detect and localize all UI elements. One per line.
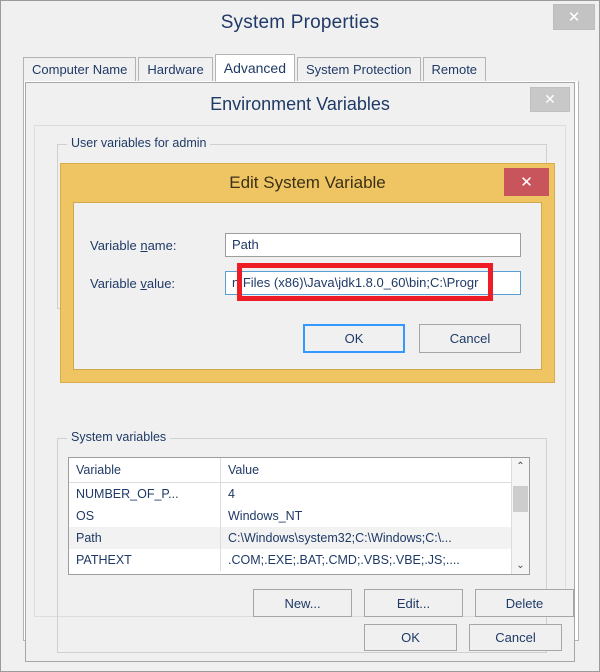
variable-name-label: Variable name: xyxy=(90,237,177,253)
variable-value-input-wrapper: n Files (x86)\Java\jdk1.8.0_60\bin;C:\Pr… xyxy=(225,263,521,301)
edit-system-variable-body: Variable name: Path Variable value: n Fi… xyxy=(73,202,542,370)
cell-value: .COM;.EXE;.BAT;.CMD;.VBS;.VBE;.JS;.... xyxy=(228,553,460,567)
close-icon[interactable]: ✕ xyxy=(553,4,595,30)
screenshot-root: System Properties ✕ Computer Name Hardwa… xyxy=(0,0,600,672)
variable-value-label: Variable value: xyxy=(90,275,176,291)
column-header-variable: Variable xyxy=(69,458,221,482)
variable-value-row: Variable value: n Files (x86)\Java\jdk1.… xyxy=(90,263,521,301)
ok-button[interactable]: OK xyxy=(303,324,405,353)
edit-system-variable-footer: OK Cancel xyxy=(74,324,521,353)
edit-system-variable-dialog: Edit System Variable ✕ Variable name: Pa… xyxy=(60,163,555,383)
variable-value-input[interactable]: n Files (x86)\Java\jdk1.8.0_60\bin;C:\Pr… xyxy=(225,271,521,295)
table-row[interactable]: PATHEXT .COM;.EXE;.BAT;.CMD;.VBS;.VBE;.J… xyxy=(69,549,511,571)
system-properties-titlebar: System Properties ✕ xyxy=(1,1,599,45)
tab-strip: Computer Name Hardware Advanced System P… xyxy=(23,54,579,82)
system-properties-title: System Properties xyxy=(220,12,380,33)
close-icon[interactable]: ✕ xyxy=(504,168,549,196)
cell-value: C:\Windows\system32;C:\Windows;C:\... xyxy=(228,531,452,545)
variable-name-input[interactable]: Path xyxy=(225,233,521,257)
edit-button[interactable]: Edit... xyxy=(364,589,463,617)
system-variables-action-buttons: New... Edit... Delete xyxy=(253,589,574,617)
cell-variable: Path xyxy=(69,527,221,549)
environment-variables-titlebar: Environment Variables ✕ xyxy=(26,83,574,125)
chevron-down-icon[interactable]: ⌄ xyxy=(512,557,529,574)
system-variables-group: System variables Variable Value NUMBER_O… xyxy=(57,430,574,653)
system-variables-table[interactable]: Variable Value NUMBER_OF_P... 4 OS Windo… xyxy=(68,457,530,575)
delete-button[interactable]: Delete xyxy=(475,589,574,617)
variable-name-row: Variable name: Path xyxy=(90,233,521,257)
tab-system-protection[interactable]: System Protection xyxy=(297,57,421,81)
cancel-button[interactable]: Cancel xyxy=(469,624,562,651)
tab-hardware[interactable]: Hardware xyxy=(138,57,213,81)
cell-variable: OS xyxy=(69,505,221,527)
cell-value: Windows_NT xyxy=(228,509,303,523)
cell-variable: PATHEXT xyxy=(69,549,221,571)
table-scrollbar[interactable]: ⌃ ⌄ xyxy=(511,458,529,574)
cell-variable: NUMBER_OF_P... xyxy=(69,483,221,505)
system-variables-table-main: Variable Value NUMBER_OF_P... 4 OS Windo… xyxy=(69,458,511,574)
tab-remote[interactable]: Remote xyxy=(422,57,487,81)
tab-advanced[interactable]: Advanced xyxy=(214,54,296,82)
table-row[interactable]: NUMBER_OF_P... 4 xyxy=(69,483,511,505)
column-header-value: Value xyxy=(228,463,260,477)
chevron-up-icon[interactable]: ⌃ xyxy=(512,458,529,475)
table-header-row: Variable Value xyxy=(69,458,511,483)
edit-system-variable-title: Edit System Variable xyxy=(229,173,386,192)
scrollbar-thumb[interactable] xyxy=(513,486,528,512)
cancel-button[interactable]: Cancel xyxy=(419,324,521,353)
environment-variables-title: Environment Variables xyxy=(210,93,390,114)
environment-variables-footer: OK Cancel xyxy=(364,624,562,651)
close-icon[interactable]: ✕ xyxy=(530,87,570,112)
ok-button[interactable]: OK xyxy=(364,624,457,651)
table-row[interactable]: OS Windows_NT xyxy=(69,505,511,527)
tab-computer-name[interactable]: Computer Name xyxy=(23,57,137,81)
system-variables-legend: System variables xyxy=(67,430,171,444)
user-variables-legend: User variables for admin xyxy=(67,136,211,150)
cell-value: 4 xyxy=(228,487,235,501)
edit-system-variable-titlebar: Edit System Variable ✕ xyxy=(61,164,554,202)
new-button[interactable]: New... xyxy=(253,589,352,617)
table-row-selected[interactable]: Path C:\Windows\system32;C:\Windows;C:\.… xyxy=(69,527,511,549)
